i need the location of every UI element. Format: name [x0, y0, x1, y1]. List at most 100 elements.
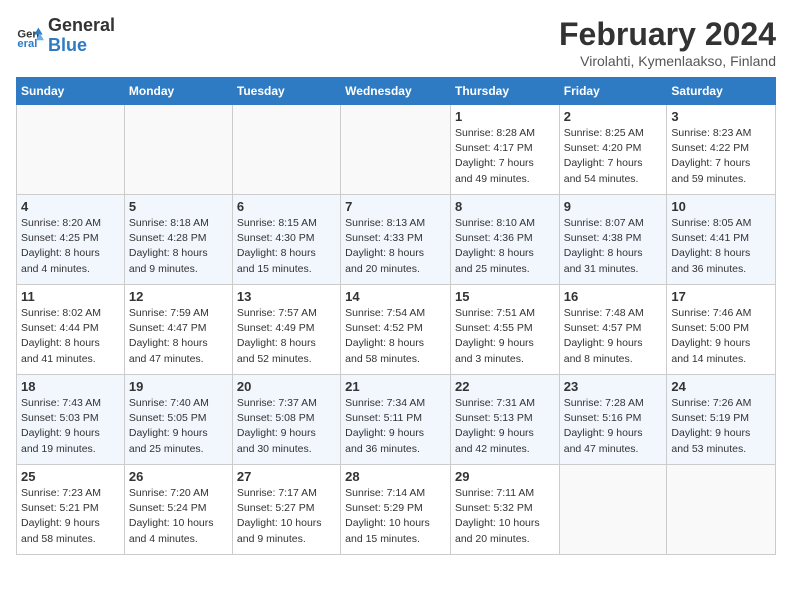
calendar-cell: 3 Sunrise: 8:23 AM Sunset: 4:22 PM Daylig… — [667, 105, 776, 195]
weekday-header-saturday: Saturday — [667, 78, 776, 105]
week-row-2: 4Sunrise: 8:20 AM Sunset: 4:25 PM Daylig… — [17, 195, 776, 285]
header: Gen eral GeneralBlue February 2024 Virol… — [16, 16, 776, 69]
day-info: Sunrise: 7:40 AM Sunset: 5:05 PM Dayligh… — [129, 396, 228, 457]
calendar-cell: 28 Sunrise: 7:14 AM Sunset: 5:29 PM Dayli… — [341, 465, 451, 555]
day-number: 19 — [129, 379, 228, 394]
day-number: 23 — [564, 379, 663, 394]
weekday-header-tuesday: Tuesday — [232, 78, 340, 105]
day-info: Sunrise: 7:26 AM Sunset: 5:19 PM Dayligh… — [671, 396, 771, 457]
day-number: 18 — [21, 379, 120, 394]
day-info: Sunrise: 7:20 AM Sunset: 5:24 PM Dayligh… — [129, 486, 228, 547]
calendar-cell — [341, 105, 451, 195]
day-number: 26 — [129, 469, 228, 484]
day-number: 10 — [671, 199, 771, 214]
calendar-cell: 9 Sunrise: 8:07 AM Sunset: 4:38 PM Daylig… — [559, 195, 667, 285]
logo: Gen eral GeneralBlue — [16, 16, 115, 56]
calendar-cell — [124, 105, 232, 195]
day-number: 28 — [345, 469, 446, 484]
calendar-cell: 23 Sunrise: 7:28 AM Sunset: 5:16 PM Dayli… — [559, 375, 667, 465]
day-number: 5 — [129, 199, 228, 214]
calendar-table: SundayMondayTuesdayWednesdayThursdayFrid… — [16, 77, 776, 555]
day-number: 9 — [564, 199, 663, 214]
weekday-header-friday: Friday — [559, 78, 667, 105]
calendar-cell: 18 Sunrise: 7:43 AM Sunset: 5:03 PM Dayli… — [17, 375, 125, 465]
day-info: Sunrise: 8:07 AM Sunset: 4:38 PM Dayligh… — [564, 216, 663, 277]
calendar-cell: 15Sunrise: 7:51 AM Sunset: 4:55 PM Dayli… — [450, 285, 559, 375]
weekday-header-thursday: Thursday — [450, 78, 559, 105]
day-number: 25 — [21, 469, 120, 484]
day-number: 4 — [21, 199, 120, 214]
logo-icon: Gen eral — [16, 22, 44, 50]
weekday-header-wednesday: Wednesday — [341, 78, 451, 105]
calendar-cell: 13 Sunrise: 7:57 AM Sunset: 4:49 PM Dayli… — [232, 285, 340, 375]
day-info: Sunrise: 8:23 AM Sunset: 4:22 PM Dayligh… — [671, 126, 771, 187]
day-info: Sunrise: 7:59 AM Sunset: 4:47 PM Dayligh… — [129, 306, 228, 367]
calendar-cell: 29Sunrise: 7:11 AM Sunset: 5:32 PM Dayli… — [450, 465, 559, 555]
day-info: Sunrise: 7:37 AM Sunset: 5:08 PM Dayligh… — [237, 396, 336, 457]
month-title: February 2024 — [559, 16, 776, 53]
day-info: Sunrise: 8:15 AM Sunset: 4:30 PM Dayligh… — [237, 216, 336, 277]
calendar-cell — [232, 105, 340, 195]
day-info: Sunrise: 7:31 AM Sunset: 5:13 PM Dayligh… — [455, 396, 555, 457]
calendar-cell: 27 Sunrise: 7:17 AM Sunset: 5:27 PM Dayli… — [232, 465, 340, 555]
calendar-cell: 6 Sunrise: 8:15 AM Sunset: 4:30 PM Daylig… — [232, 195, 340, 285]
day-number: 16 — [564, 289, 663, 304]
logo-text: GeneralBlue — [48, 16, 115, 56]
day-number: 17 — [671, 289, 771, 304]
calendar-cell: 2 Sunrise: 8:25 AM Sunset: 4:20 PM Daylig… — [559, 105, 667, 195]
day-number: 27 — [237, 469, 336, 484]
location-title: Virolahti, Kymenlaakso, Finland — [559, 53, 776, 69]
day-info: Sunrise: 7:48 AM Sunset: 4:57 PM Dayligh… — [564, 306, 663, 367]
day-number: 20 — [237, 379, 336, 394]
day-number: 3 — [671, 109, 771, 124]
day-info: Sunrise: 7:17 AM Sunset: 5:27 PM Dayligh… — [237, 486, 336, 547]
day-number: 8 — [455, 199, 555, 214]
calendar-cell: 14 Sunrise: 7:54 AM Sunset: 4:52 PM Dayli… — [341, 285, 451, 375]
day-info: Sunrise: 7:34 AM Sunset: 5:11 PM Dayligh… — [345, 396, 446, 457]
calendar-cell: 10 Sunrise: 8:05 AM Sunset: 4:41 PM Dayli… — [667, 195, 776, 285]
day-number: 24 — [671, 379, 771, 394]
calendar-cell: 5 Sunrise: 8:18 AM Sunset: 4:28 PM Daylig… — [124, 195, 232, 285]
day-info: Sunrise: 7:28 AM Sunset: 5:16 PM Dayligh… — [564, 396, 663, 457]
svg-text:eral: eral — [17, 38, 37, 50]
day-info: Sunrise: 7:23 AM Sunset: 5:21 PM Dayligh… — [21, 486, 120, 547]
day-number: 29 — [455, 469, 555, 484]
day-info: Sunrise: 7:51 AM Sunset: 4:55 PM Dayligh… — [455, 306, 555, 367]
calendar-cell — [17, 105, 125, 195]
weekday-header-monday: Monday — [124, 78, 232, 105]
day-info: Sunrise: 8:13 AM Sunset: 4:33 PM Dayligh… — [345, 216, 446, 277]
day-info: Sunrise: 7:14 AM Sunset: 5:29 PM Dayligh… — [345, 486, 446, 547]
day-number: 1 — [455, 109, 555, 124]
day-number: 13 — [237, 289, 336, 304]
calendar-cell: 8Sunrise: 8:10 AM Sunset: 4:36 PM Daylig… — [450, 195, 559, 285]
title-area: February 2024 Virolahti, Kymenlaakso, Fi… — [559, 16, 776, 69]
day-info: Sunrise: 8:18 AM Sunset: 4:28 PM Dayligh… — [129, 216, 228, 277]
calendar-cell — [559, 465, 667, 555]
day-number: 7 — [345, 199, 446, 214]
day-info: Sunrise: 7:54 AM Sunset: 4:52 PM Dayligh… — [345, 306, 446, 367]
calendar-cell: 1 Sunrise: 8:28 AM Sunset: 4:17 PM Daylig… — [450, 105, 559, 195]
calendar-cell: 25 Sunrise: 7:23 AM Sunset: 5:21 PM Dayli… — [17, 465, 125, 555]
day-info: Sunrise: 8:05 AM Sunset: 4:41 PM Dayligh… — [671, 216, 771, 277]
week-row-1: 1 Sunrise: 8:28 AM Sunset: 4:17 PM Daylig… — [17, 105, 776, 195]
day-number: 11 — [21, 289, 120, 304]
day-number: 14 — [345, 289, 446, 304]
calendar-cell: 19 Sunrise: 7:40 AM Sunset: 5:05 PM Dayli… — [124, 375, 232, 465]
calendar-cell: 24 Sunrise: 7:26 AM Sunset: 5:19 PM Dayli… — [667, 375, 776, 465]
calendar-cell: 16 Sunrise: 7:48 AM Sunset: 4:57 PM Dayli… — [559, 285, 667, 375]
day-info: Sunrise: 7:57 AM Sunset: 4:49 PM Dayligh… — [237, 306, 336, 367]
calendar-cell: 11Sunrise: 8:02 AM Sunset: 4:44 PM Dayli… — [17, 285, 125, 375]
day-number: 21 — [345, 379, 446, 394]
day-info: Sunrise: 8:25 AM Sunset: 4:20 PM Dayligh… — [564, 126, 663, 187]
calendar-cell: 20 Sunrise: 7:37 AM Sunset: 5:08 PM Dayli… — [232, 375, 340, 465]
day-info: Sunrise: 7:43 AM Sunset: 5:03 PM Dayligh… — [21, 396, 120, 457]
day-number: 2 — [564, 109, 663, 124]
day-info: Sunrise: 8:28 AM Sunset: 4:17 PM Dayligh… — [455, 126, 555, 187]
calendar-cell: 12 Sunrise: 7:59 AM Sunset: 4:47 PM Dayli… — [124, 285, 232, 375]
week-row-5: 25 Sunrise: 7:23 AM Sunset: 5:21 PM Dayli… — [17, 465, 776, 555]
week-row-4: 18 Sunrise: 7:43 AM Sunset: 5:03 PM Dayli… — [17, 375, 776, 465]
calendar-cell: 4Sunrise: 8:20 AM Sunset: 4:25 PM Daylig… — [17, 195, 125, 285]
day-number: 6 — [237, 199, 336, 214]
day-number: 12 — [129, 289, 228, 304]
weekday-header-sunday: Sunday — [17, 78, 125, 105]
